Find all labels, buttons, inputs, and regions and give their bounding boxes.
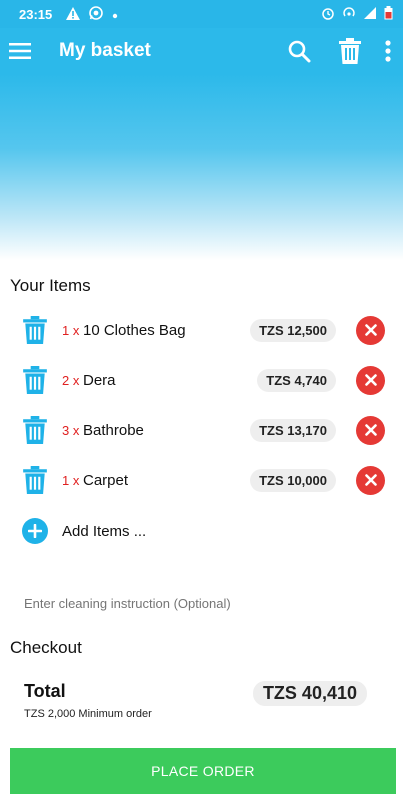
alarm-icon xyxy=(321,6,335,23)
add-circle-icon[interactable] xyxy=(22,518,48,544)
item-price: TZS 12,500 xyxy=(250,318,336,342)
status-right-icons xyxy=(321,5,393,23)
total-label: Total xyxy=(24,681,66,701)
checkout-section-title: Checkout xyxy=(10,638,82,657)
app-bar: My basket xyxy=(0,28,403,74)
basket-item[interactable]: 1 x Carpet TZS 10,000 xyxy=(0,455,403,505)
items-section-title: Your Items xyxy=(10,276,91,295)
status-time: 23:15 xyxy=(19,6,53,22)
warning-icon xyxy=(66,6,81,22)
place-order-button[interactable]: PLACE ORDER xyxy=(10,748,396,794)
minimum-order-note: TZS 2,000 Minimum order xyxy=(24,708,152,720)
add-items-label: Add Items ... xyxy=(62,522,147,540)
page-title: My basket xyxy=(59,40,151,61)
item-quantity: 1 x xyxy=(62,472,80,488)
status-bar: 23:15 xyxy=(0,0,403,28)
add-items-button[interactable]: Add Items ... xyxy=(0,506,403,556)
trash-icon[interactable] xyxy=(22,366,48,394)
basket-item[interactable]: 1 x 10 Clothes Bag TZS 12,500 xyxy=(0,305,403,355)
whatsapp-icon xyxy=(89,6,104,22)
clear-basket-icon[interactable] xyxy=(327,28,373,74)
remove-item-button[interactable] xyxy=(356,415,385,445)
remove-item-button[interactable] xyxy=(356,315,385,345)
trash-icon[interactable] xyxy=(22,416,48,444)
basket-item[interactable]: 3 x Bathrobe TZS 13,170 xyxy=(0,405,403,455)
trash-icon[interactable] xyxy=(22,316,48,344)
item-price: TZS 4,740 xyxy=(257,368,336,392)
item-price: TZS 10,000 xyxy=(250,468,336,492)
item-price: TZS 13,170 xyxy=(250,418,336,442)
search-icon[interactable] xyxy=(285,28,313,74)
cleaning-instruction-input[interactable] xyxy=(24,596,379,611)
basket-item[interactable]: 2 x Dera TZS 4,740 xyxy=(0,355,403,405)
signal-icon xyxy=(363,6,377,23)
remove-item-button[interactable] xyxy=(356,465,385,495)
item-name: Carpet xyxy=(83,471,129,489)
battery-icon xyxy=(384,5,393,23)
item-quantity: 1 x xyxy=(62,322,80,338)
trash-icon[interactable] xyxy=(22,466,48,494)
item-quantity: 2 x xyxy=(62,372,80,388)
item-name: Bathrobe xyxy=(83,421,144,439)
item-quantity: 3 x xyxy=(62,422,80,438)
remove-item-button[interactable] xyxy=(356,365,385,395)
basket-screen: 23:15 My basket Your Items 1 x 10 Clothe… xyxy=(0,0,403,800)
item-name: Dera xyxy=(83,371,116,389)
app-bar-actions xyxy=(285,28,403,74)
menu-icon[interactable] xyxy=(0,28,40,74)
total-value: TZS 40,410 xyxy=(252,681,367,706)
more-vert-icon[interactable] xyxy=(373,28,403,74)
hotspot-icon xyxy=(342,6,356,23)
header-banner xyxy=(0,74,403,260)
dot-icon xyxy=(112,8,118,21)
item-name: 10 Clothes Bag xyxy=(83,321,186,339)
